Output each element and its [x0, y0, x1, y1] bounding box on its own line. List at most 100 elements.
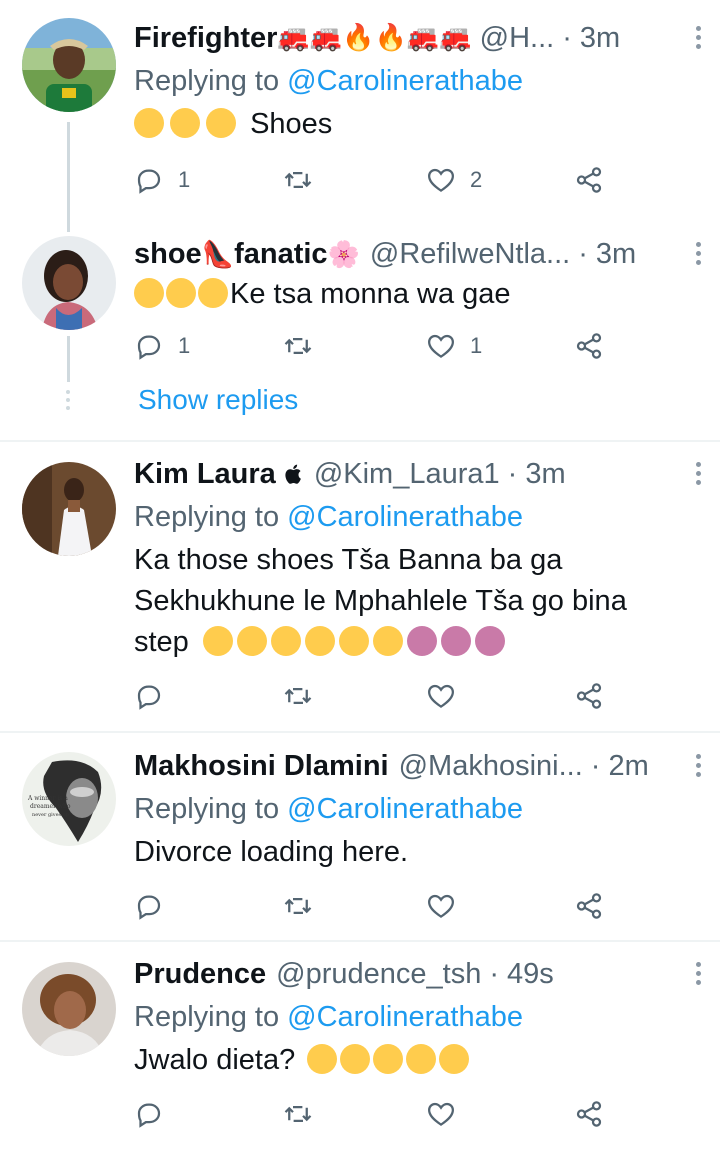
- user-handle[interactable]: @prudence_tsh: [276, 956, 481, 992]
- like-button[interactable]: [426, 888, 456, 924]
- tweet-header: Firefighter 🚒🚒🔥🔥🚒🚒 @H... · 3m: [134, 20, 702, 56]
- separator-dot: ·: [507, 458, 518, 490]
- share-button[interactable]: [574, 678, 604, 714]
- more-icon[interactable]: [694, 240, 702, 267]
- mention-link[interactable]: @Carolinerathabe: [287, 1001, 523, 1033]
- timestamp[interactable]: 3m: [525, 456, 565, 492]
- share-icon: [576, 893, 602, 919]
- tweet-text-body: Shoes: [250, 108, 333, 140]
- separator-dot: ·: [489, 958, 500, 990]
- avatar[interactable]: [22, 18, 116, 112]
- emoji-row: [307, 1044, 475, 1076]
- replying-prefix: Replying to: [134, 793, 280, 825]
- share-button[interactable]: [574, 1096, 604, 1132]
- like-icon: [427, 334, 455, 358]
- replying-prefix: Replying to: [134, 1001, 280, 1033]
- avatar[interactable]: [22, 962, 116, 1056]
- tweet-actions: [134, 888, 634, 924]
- tweet-actions: 1 1: [134, 328, 634, 364]
- tweet-header: Prudence @prudence_tsh · 49s: [134, 956, 702, 992]
- emoji-row: [202, 626, 511, 658]
- reply-button[interactable]: [134, 1096, 164, 1132]
- share-icon: [576, 683, 602, 709]
- tweet-header: Makhosini Dlamini @Makhosini... · 2m: [134, 748, 702, 784]
- tweet-actions: [134, 1096, 634, 1132]
- user-handle[interactable]: @H...: [480, 20, 555, 56]
- display-name[interactable]: shoe👠fanatic🌸: [134, 236, 360, 273]
- more-icon[interactable]: [694, 960, 702, 987]
- reply-button[interactable]: 1: [134, 328, 190, 364]
- display-name-part: fanatic: [234, 237, 328, 270]
- user-handle[interactable]: @RefilweNtla...: [370, 236, 570, 272]
- emoji-tears-of-joy: [134, 278, 230, 310]
- show-replies-link[interactable]: Show replies: [138, 382, 298, 418]
- retweet-icon: [284, 172, 312, 188]
- display-name[interactable]: Kim Laura: [134, 456, 276, 492]
- reply-button[interactable]: 1: [134, 162, 190, 198]
- like-button[interactable]: 2: [426, 162, 482, 198]
- more-icon[interactable]: [694, 460, 702, 487]
- user-handle[interactable]: @Kim_Laura1: [314, 456, 500, 492]
- avatar[interactable]: [22, 462, 116, 556]
- avatar[interactable]: A winner is a dreamer who never gives up: [22, 752, 116, 846]
- tweet-text: Shoes: [134, 104, 702, 145]
- retweet-icon: [284, 1106, 312, 1122]
- tweet-actions: [134, 678, 634, 714]
- mention-link[interactable]: @Carolinerathabe: [287, 793, 523, 825]
- tweet-text-line: Sekhukhune le Mphahlele Tša go bina: [134, 585, 627, 617]
- reply-icon: [137, 685, 161, 710]
- mention-link[interactable]: @Carolinerathabe: [287, 501, 523, 533]
- like-button[interactable]: [426, 1096, 456, 1132]
- display-name-part: shoe: [134, 237, 202, 270]
- more-icon[interactable]: [694, 752, 702, 779]
- timestamp[interactable]: 3m: [580, 20, 620, 56]
- share-button[interactable]: [574, 888, 604, 924]
- display-name[interactable]: Prudence: [134, 956, 266, 992]
- retweet-button[interactable]: [282, 328, 314, 364]
- more-icon[interactable]: [694, 24, 702, 51]
- blossom-emoji: 🌸: [327, 239, 360, 270]
- high-heel-emoji: 👠: [201, 239, 235, 270]
- apple-logo-icon: [285, 464, 301, 484]
- user-handle[interactable]: @Makhosini...: [399, 748, 583, 784]
- replying-prefix: Replying to: [134, 501, 280, 533]
- replying-prefix: Replying to: [134, 65, 280, 97]
- tweet-actions: 1 2: [134, 162, 634, 198]
- svg-text:never gives up: never gives up: [32, 812, 69, 818]
- like-button[interactable]: 1: [426, 328, 482, 364]
- timestamp[interactable]: 3m: [596, 236, 636, 272]
- timestamp[interactable]: 2m: [608, 748, 648, 784]
- tweet-text-body: Ke tsa monna wa gae: [230, 278, 511, 310]
- display-name[interactable]: Makhosini Dlamini: [134, 748, 389, 784]
- retweet-button[interactable]: [282, 678, 314, 714]
- divider: [0, 940, 720, 942]
- separator-dot: ·: [578, 238, 588, 270]
- divider: [0, 731, 720, 733]
- separator-dot: ·: [590, 750, 601, 782]
- like-button[interactable]: [426, 678, 456, 714]
- tweet-text-line-last: step: [134, 622, 702, 663]
- tweet-text: Ke tsa monna wa gae: [134, 274, 702, 315]
- retweet-icon: [284, 898, 312, 914]
- retweet-button[interactable]: [282, 1096, 314, 1132]
- share-button[interactable]: [574, 162, 604, 198]
- separator-dot: ·: [562, 22, 572, 54]
- replying-to: Replying to @Carolinerathabe: [134, 62, 702, 100]
- share-button[interactable]: [574, 328, 604, 364]
- display-name[interactable]: Firefighter: [134, 20, 277, 56]
- mention-link[interactable]: @Carolinerathabe: [287, 65, 523, 97]
- reply-button[interactable]: [134, 888, 164, 924]
- like-icon: [427, 894, 455, 918]
- retweet-button[interactable]: [282, 888, 314, 924]
- share-icon: [576, 167, 602, 193]
- name-emojis: 🚒🚒🔥🔥🚒🚒: [277, 23, 472, 53]
- avatar[interactable]: [22, 236, 116, 330]
- like-count: 2: [470, 167, 483, 192]
- reply-button[interactable]: [134, 678, 164, 714]
- timestamp[interactable]: 49s: [507, 956, 554, 992]
- tweet-text-line: step: [134, 626, 189, 658]
- tweet-text-body: Jwalo dieta?: [134, 1044, 296, 1076]
- retweet-button[interactable]: [282, 162, 314, 198]
- reply-count: 1: [178, 333, 191, 358]
- tweet-text-line: Ka those shoes Tša Banna ba ga: [134, 544, 563, 576]
